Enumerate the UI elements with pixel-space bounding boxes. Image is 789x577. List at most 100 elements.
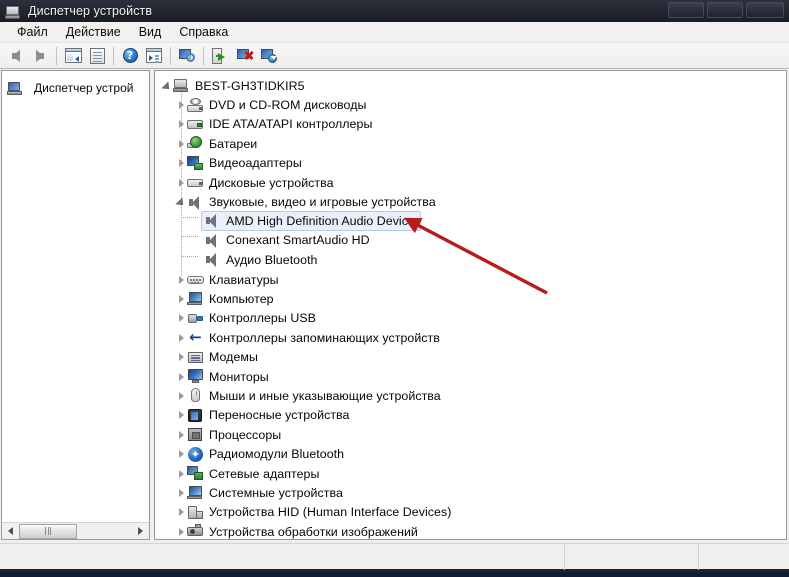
- expander-closed-icon[interactable]: [174, 406, 187, 425]
- tree-row-label: Процессоры: [209, 427, 282, 442]
- expander-closed-icon[interactable]: [174, 134, 187, 153]
- expander-closed-icon[interactable]: [174, 522, 187, 539]
- forward-arrow-icon: [36, 49, 44, 62]
- expander-closed-icon[interactable]: [174, 289, 187, 308]
- table-row[interactable]: Батареи: [155, 134, 786, 153]
- menu-file[interactable]: Файл: [8, 23, 57, 42]
- show-hide-console-tree-button[interactable]: [61, 44, 85, 67]
- device-manager-small-icon: [7, 80, 24, 97]
- device-item[interactable]: Аудио Bluetooth: [201, 250, 324, 270]
- expander-closed-icon[interactable]: [174, 503, 187, 522]
- table-row[interactable]: Сетевые адаптеры: [155, 464, 786, 483]
- expander-open-icon[interactable]: [160, 76, 173, 95]
- enable-device-button[interactable]: [256, 44, 280, 67]
- table-row[interactable]: Системные устройства: [155, 483, 786, 502]
- expander-closed-icon[interactable]: [174, 386, 187, 405]
- table-row[interactable]: IDE ATA/ATAPI контроллеры: [155, 115, 786, 134]
- expander-closed-icon[interactable]: [174, 309, 187, 328]
- menu-help[interactable]: Справка: [170, 23, 237, 42]
- table-row-selected[interactable]: AMD High Definition Audio Device: [155, 211, 786, 232]
- sound-device-icon: [204, 212, 221, 229]
- expander-closed-icon[interactable]: [174, 464, 187, 483]
- horizontal-scrollbar[interactable]: [2, 522, 149, 539]
- forward-button[interactable]: [28, 44, 52, 67]
- disk-drive-icon: [187, 174, 204, 191]
- show-hide-action-pane-button[interactable]: [142, 44, 166, 67]
- scroll-thumb[interactable]: [19, 523, 77, 539]
- selected-device-item[interactable]: AMD High Definition Audio Device: [201, 211, 421, 232]
- table-row[interactable]: Видеоадаптеры: [155, 154, 786, 173]
- expander-closed-icon[interactable]: [174, 445, 187, 464]
- console-root-label: Диспетчер устрой: [34, 81, 134, 95]
- tree-row-label: Сетевые адаптеры: [209, 466, 320, 481]
- table-row[interactable]: Клавиатуры: [155, 270, 786, 289]
- table-row[interactable]: Устройства HID (Human Interface Devices): [155, 503, 786, 522]
- status-cell-3: [699, 544, 788, 570]
- menu-view[interactable]: Вид: [130, 23, 171, 42]
- window-controls: [668, 2, 784, 18]
- table-row[interactable]: Дисковые устройства: [155, 173, 786, 192]
- table-row[interactable]: Мыши и иные указывающие устройства: [155, 386, 786, 405]
- help-button[interactable]: ?: [118, 44, 142, 67]
- table-row[interactable]: Аудио Bluetooth: [155, 251, 786, 270]
- action-pane-icon: [146, 48, 162, 63]
- back-arrow-icon: [12, 49, 20, 62]
- toolbar-separator: [56, 46, 57, 65]
- table-row[interactable]: Устройства обработки изображений: [155, 522, 786, 539]
- table-row[interactable]: Звуковые, видео и игровые устройства: [155, 192, 786, 211]
- table-row[interactable]: Переносные устройства: [155, 406, 786, 425]
- system-device-icon: [187, 484, 204, 501]
- expander-closed-icon[interactable]: [174, 367, 187, 386]
- uninstall-device-button[interactable]: [232, 44, 256, 67]
- tree-row-label: Дисковые устройства: [209, 175, 334, 190]
- scroll-left-arrow[interactable]: [2, 523, 19, 539]
- tree-row-label: IDE ATA/ATAPI контроллеры: [209, 117, 373, 132]
- table-row[interactable]: Модемы: [155, 347, 786, 366]
- table-row[interactable]: Процессоры: [155, 425, 786, 444]
- expander-closed-icon[interactable]: [174, 154, 187, 173]
- console-root-item[interactable]: Диспетчер устрой: [2, 78, 149, 98]
- minimize-button[interactable]: [668, 2, 704, 18]
- scan-hardware-icon: [178, 48, 196, 64]
- tree-row-label: Радиомодули Bluetooth: [209, 447, 345, 462]
- device-manager-window: Диспетчер устройств Файл Действие Вид Сп…: [0, 0, 789, 577]
- tree-row-label: BEST-GH3TIDKIR5: [195, 78, 305, 93]
- maximize-button[interactable]: [707, 2, 743, 18]
- table-row[interactable]: ← Контроллеры запоминающих устройств: [155, 328, 786, 347]
- menu-action[interactable]: Действие: [57, 23, 130, 42]
- usb-controller-icon: [187, 310, 204, 327]
- expander-open-icon[interactable]: [174, 193, 187, 212]
- table-row[interactable]: Контроллеры USB: [155, 309, 786, 328]
- table-row[interactable]: Conexant SmartAudio HD: [155, 231, 786, 250]
- device-tree: BEST-GH3TIDKIR5 DVD и CD-ROM дисководы I…: [155, 71, 786, 539]
- expander-closed-icon[interactable]: [174, 348, 187, 367]
- expander-closed-icon[interactable]: [174, 173, 187, 192]
- tree-row-root[interactable]: BEST-GH3TIDKIR5: [155, 76, 786, 95]
- table-row[interactable]: ✦ Радиомодули Bluetooth: [155, 444, 786, 463]
- table-row[interactable]: DVD и CD-ROM дисководы: [155, 95, 786, 114]
- expander-closed-icon[interactable]: [174, 425, 187, 444]
- back-button[interactable]: [4, 44, 28, 67]
- tree-row-label: Компьютер: [209, 291, 274, 306]
- bluetooth-radio-icon: ✦: [187, 446, 204, 463]
- table-row[interactable]: Компьютер: [155, 289, 786, 308]
- expander-closed-icon[interactable]: [174, 328, 187, 347]
- expander-closed-icon[interactable]: [174, 270, 187, 289]
- tree-row-label: Аудио Bluetooth: [226, 252, 318, 267]
- tree-row-label: Переносные устройства: [209, 408, 350, 423]
- ide-controller-icon: [187, 116, 204, 133]
- device-item[interactable]: Conexant SmartAudio HD: [201, 231, 376, 251]
- scroll-right-arrow[interactable]: [132, 523, 149, 539]
- sound-device-icon: [204, 251, 221, 268]
- processor-icon: [187, 426, 204, 443]
- properties-button[interactable]: [85, 44, 109, 67]
- update-driver-button[interactable]: [208, 44, 232, 67]
- close-button[interactable]: [746, 2, 784, 18]
- expander-closed-icon[interactable]: [174, 115, 187, 134]
- tree-row-label: Мыши и иные указывающие устройства: [209, 388, 441, 403]
- expander-closed-icon[interactable]: [174, 483, 187, 502]
- scan-for-hardware-changes-button[interactable]: [175, 44, 199, 67]
- table-row[interactable]: Мониторы: [155, 367, 786, 386]
- expander-closed-icon[interactable]: [174, 96, 187, 115]
- window-title: Диспетчер устройств: [28, 4, 153, 18]
